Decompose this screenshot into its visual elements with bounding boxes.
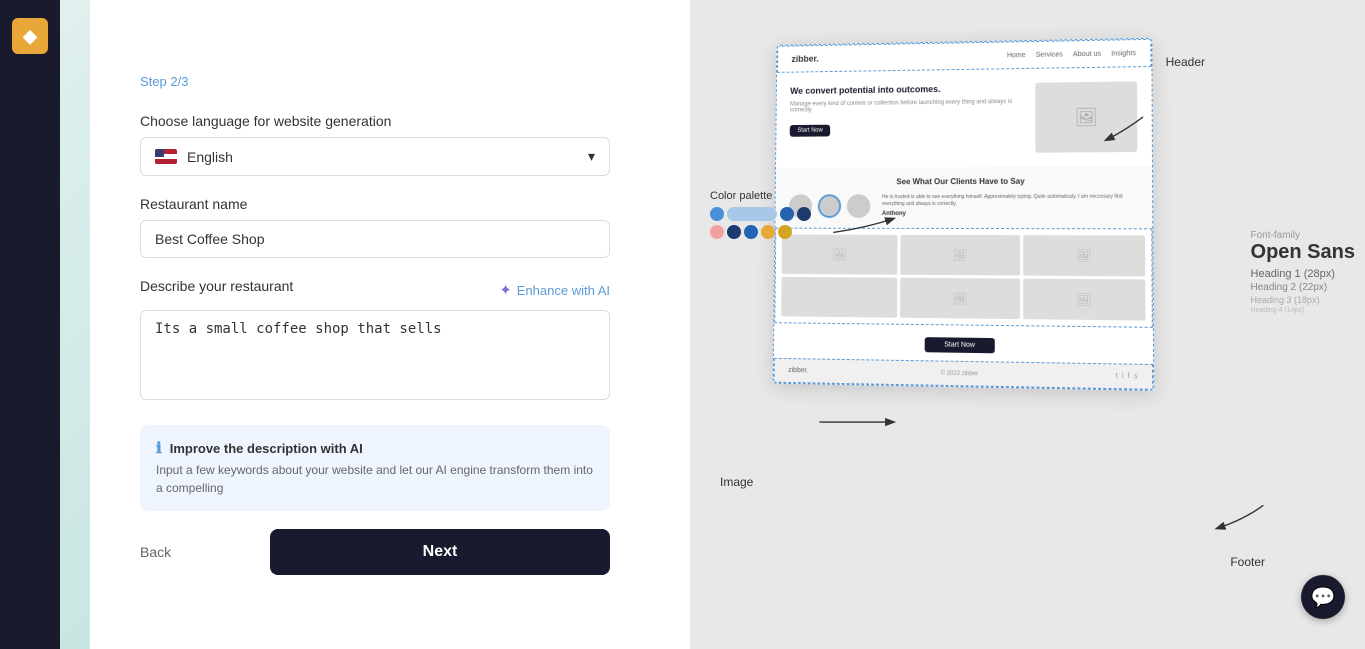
- mockup-avatar-center: [818, 194, 841, 218]
- sparkle-icon: ✦: [499, 281, 512, 299]
- ai-hint-text: Input a few keywords about your website …: [156, 461, 594, 497]
- bottom-actions: Back Next: [140, 529, 610, 575]
- mockup-hero-text: We convert potential into outcomes. Mana…: [790, 83, 1028, 154]
- instagram-icon: i: [1122, 373, 1124, 380]
- color-swatch-8: [761, 225, 775, 239]
- left-panel: Step 2/3 Choose language for website gen…: [60, 0, 690, 649]
- mockup-nav-services: Services: [1036, 51, 1063, 58]
- font-family-name: Open Sans: [1251, 241, 1355, 264]
- font-h2: Heading 2 (22px): [1251, 282, 1355, 293]
- facebook-icon: f: [1128, 373, 1130, 380]
- font-family-label: Font-family: [1251, 230, 1355, 241]
- font-h3: Heading 3 (18px): [1251, 295, 1355, 305]
- mockup-testimonial-section: See What Our Clients Have to Say He is t…: [775, 166, 1152, 228]
- left-panel-bg-decoration: [60, 0, 90, 649]
- right-panel: zibber. Home Services About us Insights …: [690, 0, 1365, 649]
- color-palette-annotation: Color palette: [710, 190, 811, 243]
- mockup-hero-image: 🖼: [1035, 81, 1137, 152]
- restaurant-name-group: Restaurant name: [140, 196, 610, 258]
- mockup-footer: zibber. © 2022 zibber t i f s: [774, 358, 1154, 390]
- color-swatch-3: [780, 207, 794, 221]
- describe-header: Describe your restaurant ✦ Enhance with …: [140, 278, 610, 302]
- dropdown-arrow-icon: ▾: [588, 148, 595, 165]
- mockup-nav-insights: Insights: [1111, 50, 1136, 57]
- back-link[interactable]: Back: [140, 544, 171, 560]
- language-label: Choose language for website generation: [140, 113, 610, 129]
- color-swatch-4: [797, 207, 811, 221]
- describe-textarea[interactable]: Its a small coffee shop that sells: [140, 310, 610, 400]
- footer-annotation: Footer: [1230, 555, 1265, 569]
- mockup-nav-about: About us: [1073, 50, 1101, 57]
- color-swatches-row1: [710, 207, 811, 221]
- sidebar: ◆: [0, 0, 60, 649]
- ai-hint-title: ℹ Improve the description with AI: [156, 439, 594, 457]
- mockup-avatar-right: [847, 194, 871, 218]
- mockup-img-2: 🖼: [901, 235, 1020, 276]
- mockup-testimonial: He is trusted is able to see everything …: [789, 194, 1138, 218]
- preview-container: zibber. Home Services About us Insights …: [690, 0, 1365, 649]
- mockup-hero-sub: Manage every kind of content or collecti…: [790, 98, 1027, 113]
- mockup-img-4: [781, 277, 898, 318]
- language-select-inner: English: [155, 149, 233, 165]
- mockup-nav-home: Home: [1007, 52, 1026, 59]
- mockup-hero-btn: Start Now: [790, 124, 831, 136]
- social-icon-4: s: [1134, 373, 1138, 380]
- mockup-hero: We convert potential into outcomes. Mana…: [776, 67, 1152, 168]
- language-select[interactable]: English ▾: [140, 137, 610, 176]
- twitter-icon: t: [1116, 373, 1118, 380]
- enhance-ai-link[interactable]: ✦ Enhance with AI: [499, 281, 610, 299]
- color-swatch-1: [710, 207, 724, 221]
- image-annotation: Image: [720, 475, 753, 489]
- color-palette-label: Color palette: [710, 190, 811, 202]
- mockup-img-5: 🖼: [900, 278, 1019, 319]
- ai-hint-box: ℹ Improve the description with AI Input …: [140, 425, 610, 511]
- color-swatch-6: [727, 225, 741, 239]
- color-swatch-9: [778, 225, 792, 239]
- color-swatches-row2: [710, 225, 811, 239]
- language-value: English: [187, 149, 233, 165]
- color-swatch-7: [744, 225, 758, 239]
- mockup-author: Anthony: [882, 211, 1138, 217]
- mockup-image-grid: 🖼 🖼 🖼 🖼 🖼: [774, 228, 1153, 328]
- language-group: Choose language for website generation E…: [140, 113, 610, 176]
- website-mockup: zibber. Home Services About us Insights …: [773, 38, 1155, 391]
- chat-button[interactable]: 💬: [1301, 575, 1345, 619]
- mockup-section-title: See What Our Clients Have to Say: [789, 176, 1137, 186]
- color-swatch-5: [710, 225, 724, 239]
- describe-group: Describe your restaurant ✦ Enhance with …: [140, 278, 610, 405]
- mockup-hero-title: We convert potential into outcomes.: [790, 83, 1027, 98]
- mockup-img-6: 🖼: [1023, 279, 1146, 321]
- header-annotation: Header: [1166, 55, 1205, 69]
- step-label: Step 2/3: [140, 74, 610, 89]
- font-annotation: Font-family Open Sans Heading 1 (28px) H…: [1251, 230, 1355, 314]
- enhance-label: Enhance with AI: [517, 283, 610, 298]
- font-h1: Heading 1 (28px): [1251, 268, 1355, 280]
- mockup-img-3: 🖼: [1023, 235, 1145, 276]
- mockup-footer-logo: zibber.: [788, 367, 808, 374]
- mockup-logo: zibber.: [791, 54, 818, 64]
- describe-label: Describe your restaurant: [140, 278, 293, 294]
- flag-icon: [155, 149, 177, 164]
- mockup-quote: He is trusted is able to see everything …: [882, 194, 1138, 208]
- mockup-cta-btn: Start Now: [924, 337, 995, 353]
- info-icon: ℹ: [156, 439, 162, 457]
- font-h4: Heading 4 (14px): [1251, 307, 1355, 314]
- mockup-nav: Home Services About us Insights: [1007, 50, 1136, 59]
- next-button[interactable]: Next: [270, 529, 610, 575]
- restaurant-name-input[interactable]: [140, 220, 610, 258]
- restaurant-name-label: Restaurant name: [140, 196, 610, 212]
- sidebar-logo[interactable]: ◆: [12, 18, 48, 54]
- mockup-footer-icons: t i f s: [1116, 373, 1138, 381]
- color-swatch-2: [727, 207, 777, 221]
- mockup-footer-copy: © 2022 zibber: [941, 370, 979, 377]
